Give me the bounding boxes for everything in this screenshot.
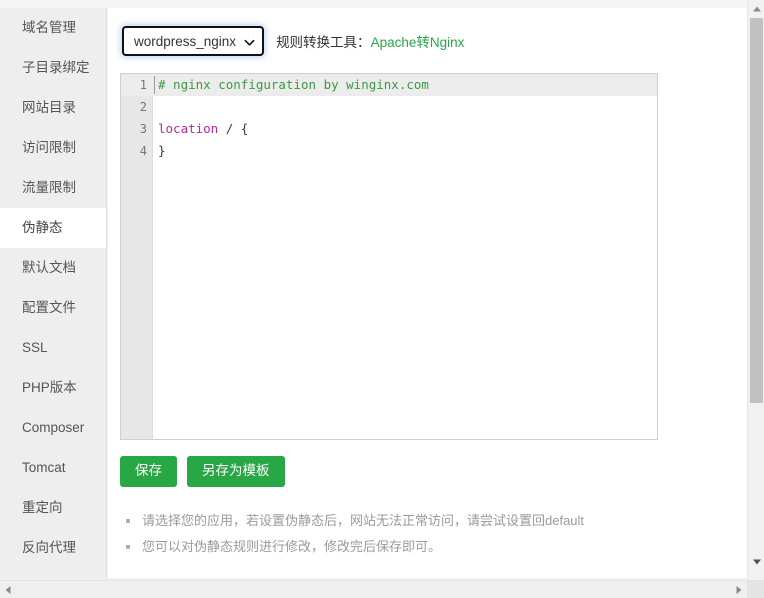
help-note-item: 请选择您的应用，若设置伪静态后，网站无法正常访问，请尝试设置回default xyxy=(122,508,722,534)
horizontal-scrollbar[interactable] xyxy=(0,580,764,598)
sidebar: 域名管理子目录绑定网站目录访问限制流量限制伪静态默认文档配置文件 SSL PHP版本… xyxy=(0,8,107,578)
sidebar-item-7[interactable]: 配置文件 xyxy=(0,288,106,328)
sidebar-item-label: 伪静态 xyxy=(22,220,63,235)
sidebar-item-label: 流量限制 xyxy=(22,180,76,195)
line-content: # nginx configuration by winginx.com xyxy=(154,74,429,96)
sidebar-item-label: 配置文件 xyxy=(22,300,76,315)
sidebar-item-5[interactable]: 伪静态 xyxy=(0,208,106,248)
converter-tool-label: 规则转换工具： xyxy=(276,35,371,50)
code-line[interactable]: 3 location / { xyxy=(121,118,657,140)
sidebar-item-3[interactable]: 访问限制 xyxy=(0,128,106,168)
toolbar: wordpress_nginx 规则转换工具： Apache转Nginx xyxy=(122,26,464,56)
code-line[interactable]: 2 xyxy=(121,96,657,118)
code-token-keyword: location xyxy=(158,121,219,136)
sidebar-item-12[interactable]: 重定向 xyxy=(0,488,106,528)
chevron-down-icon xyxy=(244,36,255,46)
sidebar-item-9[interactable]: PHP版本 xyxy=(0,368,106,408)
rewrite-rule-code-editor[interactable]: 1 # nginx configuration by winginx.com 2 3 l… xyxy=(120,73,658,440)
top-strip xyxy=(0,0,747,8)
scroll-up-button[interactable] xyxy=(748,0,764,17)
sidebar-item-2[interactable]: 网站目录 xyxy=(0,88,106,128)
triangle-down-icon xyxy=(752,559,761,564)
line-number: 1 xyxy=(139,78,147,92)
help-notes-list: 请选择您的应用，若设置伪静态后，网站无法正常访问，请尝试设置回default 您可… xyxy=(122,508,722,560)
scroll-right-button[interactable] xyxy=(730,581,747,598)
sidebar-item-6[interactable]: 默认文档 xyxy=(0,248,106,288)
code-token-plain: / { xyxy=(218,121,249,136)
triangle-up-icon xyxy=(752,6,761,11)
action-button-row: 保存 另存为模板 xyxy=(120,456,285,487)
scroll-down-button[interactable] xyxy=(748,553,764,570)
line-content: location / { xyxy=(158,118,248,140)
sidebar-item-1[interactable]: 子目录绑定 xyxy=(0,48,106,88)
sidebar-item-13[interactable]: 反向代理 xyxy=(0,528,106,568)
sidebar-item-label: Tomcat xyxy=(22,460,66,475)
help-note-item: 您可以对伪静态规则进行修改，修改完后保存即可。 xyxy=(122,534,722,560)
save-button[interactable]: 保存 xyxy=(120,456,177,487)
editor-code-lines[interactable]: 1 # nginx configuration by winginx.com 2 3 l… xyxy=(121,74,657,439)
triangle-right-icon xyxy=(736,586,741,594)
sidebar-item-label: 默认文档 xyxy=(22,260,76,275)
sidebar-item-label: PHP版本 xyxy=(22,380,77,395)
scroll-left-button[interactable] xyxy=(0,581,15,598)
rule-template-select-value: wordpress_nginx xyxy=(134,33,237,49)
code-token-comment: # nginx configuration by winginx.com xyxy=(158,77,429,92)
sidebar-item-10[interactable]: Composer xyxy=(0,408,106,448)
apache-to-nginx-link[interactable]: Apache转Nginx xyxy=(371,31,465,51)
sidebar-item-label: SSL xyxy=(22,340,48,355)
code-token-plain: } xyxy=(158,143,166,158)
main-content: wordpress_nginx 规则转换工具： Apache转Nginx 1 # … xyxy=(108,8,747,578)
sidebar-item-label: 访问限制 xyxy=(22,140,76,155)
vertical-scrollbar-thumb[interactable] xyxy=(750,18,763,403)
sidebar-item-label: 网站目录 xyxy=(22,100,76,115)
sidebar-item-4[interactable]: 流量限制 xyxy=(0,168,106,208)
save-as-template-button[interactable]: 另存为模板 xyxy=(187,456,285,487)
line-number: 3 xyxy=(139,122,147,136)
app-window: 域名管理子目录绑定网站目录访问限制流量限制伪静态默认文档配置文件 SSL PHP版本… xyxy=(0,0,764,598)
sidebar-item-11[interactable]: Tomcat xyxy=(0,448,106,488)
sidebar-item-label: 反向代理 xyxy=(22,540,76,555)
sidebar-item-label: 重定向 xyxy=(22,500,63,515)
code-line[interactable]: 4} xyxy=(121,140,657,162)
code-line[interactable]: 1 # nginx configuration by winginx.com xyxy=(121,74,657,96)
triangle-left-icon xyxy=(5,586,10,594)
line-number: 2 xyxy=(139,100,147,114)
line-number: 4 xyxy=(139,144,147,158)
sidebar-item-label: 子目录绑定 xyxy=(22,60,90,75)
vertical-scrollbar[interactable] xyxy=(747,0,764,580)
sidebar-item-label: 域名管理 xyxy=(22,20,76,35)
rule-template-select[interactable]: wordpress_nginx xyxy=(122,26,265,56)
line-content: } xyxy=(158,140,166,162)
scrollbar-corner xyxy=(747,580,764,598)
sidebar-item-0[interactable]: 域名管理 xyxy=(0,8,106,48)
sidebar-item-8[interactable]: SSL xyxy=(0,328,106,368)
sidebar-item-label: Composer xyxy=(22,420,85,435)
